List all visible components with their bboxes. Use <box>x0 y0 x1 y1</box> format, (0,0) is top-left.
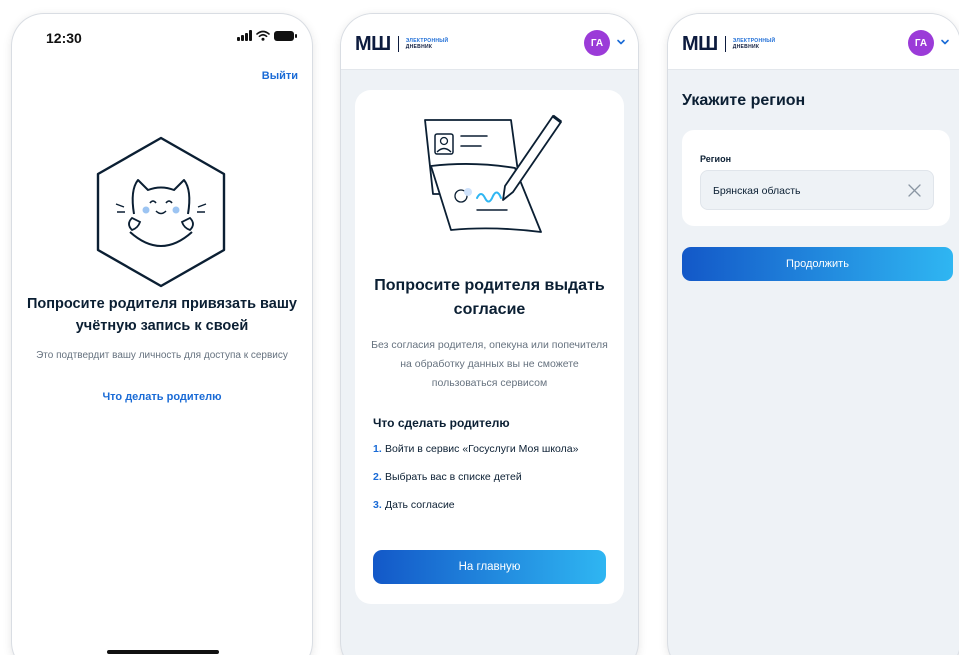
step-item: 1. Войти в сервис «Госуслуги Моя школа» <box>373 440 608 458</box>
step-text: Выбрать вас в списке детей <box>385 471 522 483</box>
logo-text: ЭЛЕКТРОННЫЙ ДНЕВНИК <box>406 38 449 50</box>
home-button[interactable]: На главную <box>373 550 606 584</box>
chevron-down-icon[interactable] <box>614 35 628 49</box>
logo-text: ЭЛЕКТРОННЫЙ ДНЕВНИК <box>733 38 776 50</box>
steps-list: 1. Войти в сервис «Госуслуги Моя школа» … <box>373 440 608 524</box>
chevron-down-icon[interactable] <box>938 35 952 49</box>
logo-mark: МШ <box>682 33 718 55</box>
avatar[interactable]: ГА <box>584 30 610 56</box>
page-title: Укажите регион <box>682 92 806 109</box>
home-indicator[interactable] <box>107 650 219 654</box>
logo-divider <box>724 36 726 52</box>
page-title: Попросите родителя выдать согласие <box>374 277 605 318</box>
page-title: Попросите родителя привязать вашу учётну… <box>26 296 297 334</box>
region-card: Регион Брянская область <box>682 130 950 226</box>
app-logo[interactable]: МШ ЭЛЕКТРОННЫЙ ДНЕВНИК <box>682 34 775 54</box>
logout-link[interactable]: Выйти <box>262 70 298 82</box>
cat-icon <box>96 136 226 288</box>
page-subtitle: Без согласия родителя, опекуна или попеч… <box>371 339 608 389</box>
step-text: Дать согласие <box>385 499 455 511</box>
logo-divider <box>397 36 399 52</box>
app-header: МШ ЭЛЕКТРОННЫЙ ДНЕВНИК ГА <box>668 14 959 70</box>
consent-card: Попросите родителя выдать согласие Без с… <box>355 90 624 604</box>
avatar[interactable]: ГА <box>908 30 934 56</box>
signed-document-icon <box>424 114 562 233</box>
logo-text-line2: ДНЕВНИК <box>405 44 433 50</box>
logo-text-line2: ДНЕВНИК <box>732 44 760 50</box>
status-time: 12:30 <box>46 30 82 46</box>
phone-screen-consent: МШ ЭЛЕКТРОННЫЙ ДНЕВНИК ГА Попросите роди… <box>341 14 638 655</box>
wifi-icon <box>256 30 270 41</box>
step-item: 3. Дать согласие <box>373 496 608 514</box>
region-input-value: Брянская область <box>713 185 801 197</box>
page-subtitle: Это подтвердит вашу личность для доступа… <box>36 350 288 361</box>
logo-mark: МШ <box>355 33 391 55</box>
battery-icon <box>274 30 297 41</box>
app-logo[interactable]: МШ ЭЛЕКТРОННЫЙ ДНЕВНИК <box>355 34 448 54</box>
app-header: МШ ЭЛЕКТРОННЫЙ ДНЕВНИК ГА <box>341 14 638 70</box>
parent-instructions-link[interactable]: Что делать родителю <box>12 391 312 403</box>
close-icon[interactable] <box>906 182 923 199</box>
step-item: 2. Выбрать вас в списке детей <box>373 468 608 486</box>
status-icons <box>237 30 297 41</box>
step-text: Войти в сервис «Госуслуги Моя школа» <box>385 443 579 455</box>
phone-screen-region: МШ ЭЛЕКТРОННЫЙ ДНЕВНИК ГА Укажите регион… <box>668 14 959 655</box>
region-input[interactable]: Брянская область <box>700 170 934 210</box>
steps-heading: Что сделать родителю <box>373 416 510 430</box>
continue-button[interactable]: Продолжить <box>682 247 953 281</box>
signal-icon <box>237 30 252 41</box>
region-field-label: Регион <box>700 154 731 164</box>
step-number: 1. <box>373 443 382 455</box>
step-number: 2. <box>373 471 382 483</box>
step-number: 3. <box>373 499 382 511</box>
phone-screen-link-account: 12:30 Выйти Попросите родителя привязать… <box>12 14 312 655</box>
